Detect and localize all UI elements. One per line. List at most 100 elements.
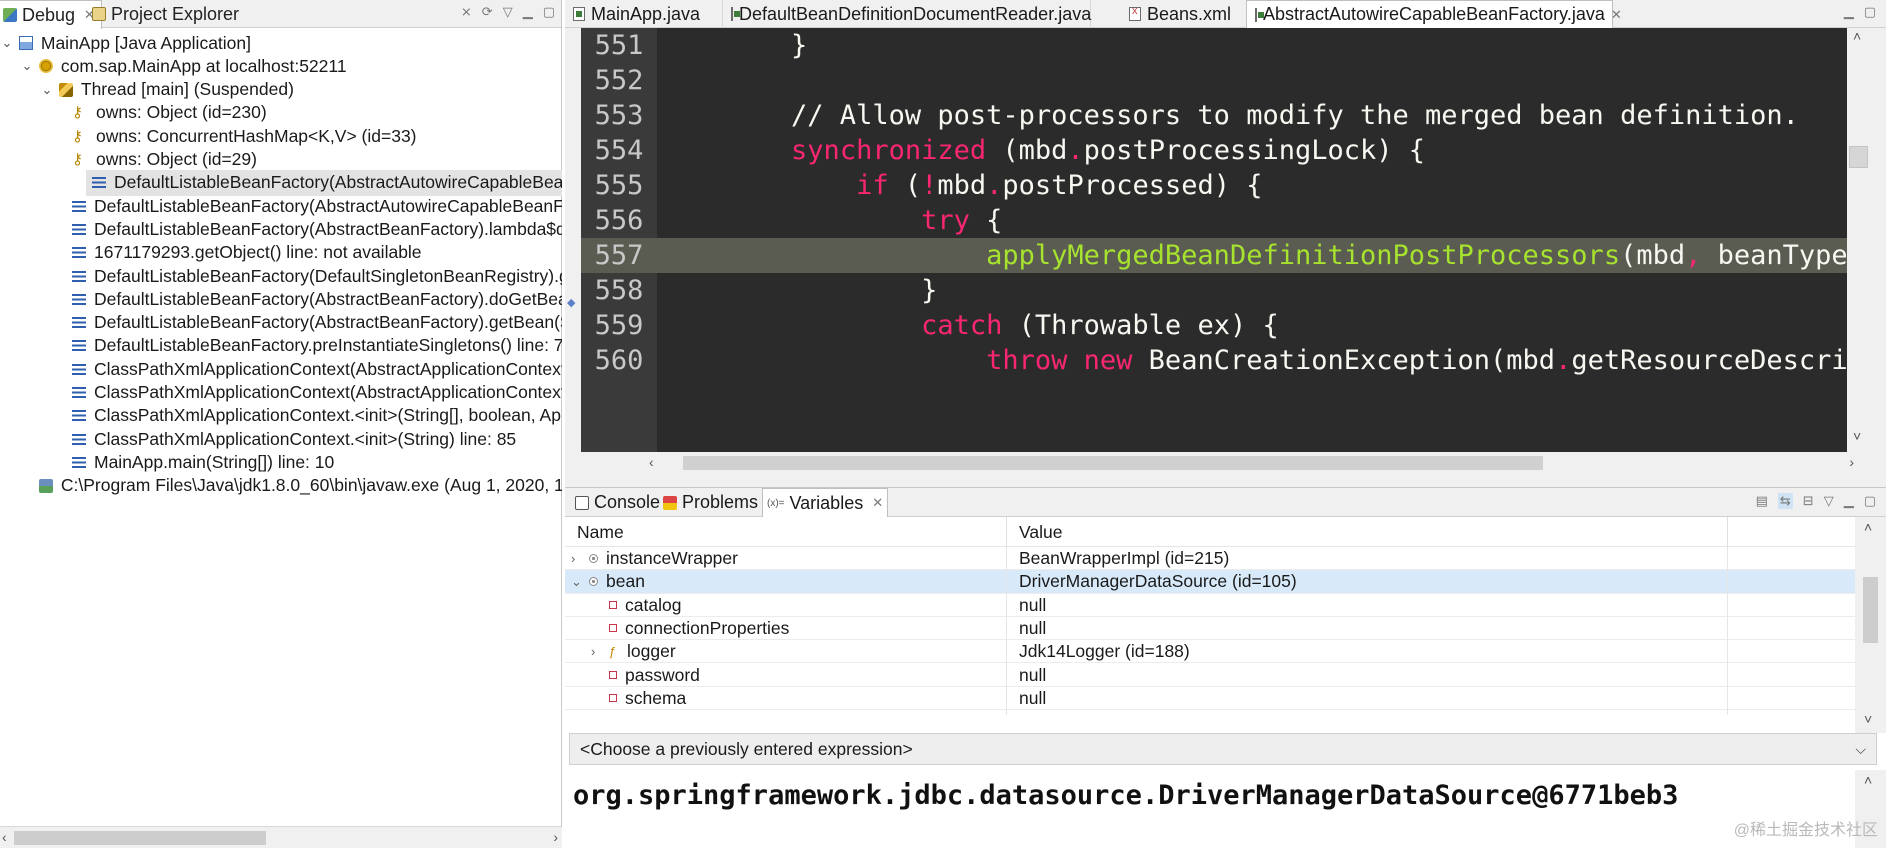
debug-tree-item[interactable]: C:\Program Files\Java\jdk1.8.0_60\bin\ja… [0, 473, 562, 499]
chevron-down-icon[interactable]: ⌄ [571, 570, 589, 593]
maximize-icon[interactable]: ▢ [1864, 4, 1876, 20]
debug-tree-item[interactable]: ClassPathXmlApplicationContext(AbstractA… [0, 380, 562, 406]
relaunch-icon[interactable]: ⟳ [482, 4, 493, 20]
code-line[interactable]: 553 // Allow post-processors to modify t… [581, 98, 1847, 133]
remove-terminated-icon[interactable]: ⨯ [461, 4, 472, 20]
debug-tree-item[interactable]: ClassPathXmlApplicationContext.<init>(St… [0, 403, 562, 429]
view-menu-icon[interactable]: ▽ [1824, 493, 1834, 509]
debug-tree-item[interactable]: ⌄ MainApp [Java Application] [0, 30, 251, 56]
code-token: . [986, 170, 1003, 201]
chevron-down-icon[interactable]: ⌵ [1855, 734, 1866, 764]
collapse-all-icon[interactable]: ⊟ [1803, 493, 1814, 509]
scroll-up-icon[interactable]: ˄ [1853, 28, 1861, 44]
debug-tree-item[interactable]: DefaultListableBeanFactory(AbstractAutow… [0, 193, 562, 219]
scroll-right-icon[interactable]: › [1849, 454, 1854, 470]
chevron-right-icon[interactable]: › [571, 547, 589, 570]
debug-tree-item[interactable]: 1671179293.getObject() line: not availab… [0, 240, 422, 266]
selected-stack-frame[interactable]: DefaultListableBeanFactory(AbstractAutow… [86, 169, 562, 196]
variable-row[interactable]: › ƒ logger Jdk14Logger (id=188) [565, 640, 1855, 669]
code-editor[interactable]: 551 } 552 553 // Allow post-processors to … [581, 28, 1870, 452]
tab-defaultbeandefinitiondocumentreader-java[interactable]: DefaultBeanDefinitionDocumentReader.java [723, 0, 1091, 28]
code-token: (Throwable ex) { [1002, 310, 1279, 341]
column-divider[interactable] [1006, 517, 1007, 547]
scroll-up-icon[interactable]: ˄ [1864, 772, 1872, 788]
scroll-up-icon[interactable]: ˄ [1864, 519, 1872, 535]
view-menu-icon[interactable]: ▽ [503, 4, 513, 20]
tab-mainapp-java[interactable]: MainApp.java [565, 0, 723, 28]
tab-variables[interactable]: (x)= Variables ✕ [762, 488, 889, 517]
minimize-icon[interactable]: ▁ [1844, 493, 1854, 509]
tab-abstractautowirecapablebeanfactory-java[interactable]: AbstractAutowireCapableBeanFactory.java … [1246, 0, 1622, 28]
code-line[interactable]: 554 synchronized (mbd.postProcessingLock… [581, 133, 1847, 168]
variable-row[interactable]: connectionProperties null [565, 616, 1855, 645]
variable-name: schema [625, 687, 687, 708]
code-line[interactable]: 560 throw new BeanCreationException(mbd.… [581, 343, 1847, 378]
column-header-value[interactable]: Value [1013, 517, 1062, 547]
chevron-down-icon[interactable]: ⌄ [40, 82, 54, 98]
variable-detail-pane[interactable]: org.springframework.jdbc.datasource.Driv… [565, 770, 1886, 848]
minimize-icon[interactable]: ▁ [1844, 4, 1854, 20]
code-line[interactable]: 559 catch (Throwable ex) { [581, 308, 1847, 343]
scroll-left-icon[interactable]: ‹ [2, 829, 7, 845]
close-icon[interactable]: ✕ [1611, 7, 1622, 23]
variables-vertical-scrollbar[interactable]: ˄ ˅ [1855, 517, 1886, 733]
minimize-icon[interactable]: ▁ [523, 4, 533, 20]
maximize-icon[interactable]: ▢ [1864, 493, 1876, 509]
variable-row[interactable]: › instanceWrapper BeanWrapperImpl (id=215) [565, 547, 1855, 575]
chevron-down-icon[interactable]: ⌄ [20, 58, 34, 74]
scroll-down-icon[interactable]: ˅ [1853, 428, 1861, 444]
scroll-left-icon[interactable]: ‹ [649, 454, 654, 470]
debug-tree-item[interactable]: DefaultListableBeanFactory.preInstantiat… [0, 333, 562, 359]
debug-tree-item[interactable]: ⚷ owns: Object (id=29) [0, 147, 257, 173]
expression-combo[interactable]: <Choose a previously entered expression>… [569, 733, 1877, 765]
variable-row[interactable]: ⌄ bean DriverManagerDataSource (id=105) [565, 570, 1855, 599]
chevron-right-icon[interactable]: › [591, 640, 609, 663]
tab-console[interactable]: Console [571, 488, 664, 517]
debug-tree-item[interactable]: DefaultListableBeanFactory(AbstractBeanF… [0, 310, 562, 336]
current-code-line[interactable]: 557 applyMergedBeanDefinitionPostProcess… [581, 238, 1847, 273]
debug-tree-item[interactable]: DefaultListableBeanFactory(AbstractBeanF… [0, 286, 562, 312]
scroll-thumb[interactable] [14, 831, 266, 845]
code-line[interactable]: 555 if (!mbd.postProcessed) { [581, 168, 1847, 203]
debug-tree-item[interactable]: MainApp.main(String[]) line: 10 [0, 449, 334, 475]
debug-tree-item[interactable]: ⌄ Thread [main] (Suspended) [0, 77, 294, 103]
chevron-down-icon[interactable]: ⌄ [0, 35, 14, 51]
variable-row[interactable]: schema null [565, 686, 1855, 715]
scroll-thumb[interactable] [1863, 577, 1878, 643]
variable-row[interactable]: password null [565, 663, 1855, 692]
column-divider[interactable] [1727, 517, 1728, 547]
variable-name: catalog [625, 594, 682, 615]
column-header-name[interactable]: Name [571, 517, 624, 547]
maximize-icon[interactable]: ▢ [543, 4, 555, 20]
editor-vertical-scrollbar[interactable]: ˄ ˅ [1847, 28, 1870, 452]
debug-tree-item[interactable]: DefaultListableBeanFactory(DefaultSingle… [0, 263, 562, 289]
code-line[interactable]: 558 } [581, 273, 1847, 308]
editor-horizontal-scrollbar[interactable]: ‹ › [581, 452, 1870, 474]
scroll-thumb[interactable] [1849, 146, 1868, 168]
debug-tree-item-label: MainApp [Java Application] [40, 32, 252, 53]
scroll-down-icon[interactable]: ˅ [1864, 711, 1872, 727]
debug-tree-item[interactable]: ClassPathXmlApplicationContext(AbstractA… [0, 356, 562, 382]
code-line[interactable]: 551 } [581, 28, 1847, 63]
variable-row[interactable]: catalog null [565, 593, 1855, 622]
debug-horizontal-scrollbar[interactable]: ‹ › [0, 826, 562, 848]
close-icon[interactable]: ✕ [872, 495, 883, 511]
tab-beans-xml[interactable]: Beans.xml [1121, 0, 1249, 28]
debug-tree-item[interactable]: ClassPathXmlApplicationContext.<init>(St… [0, 426, 516, 452]
variables-icon: (x)= [767, 497, 785, 509]
debug-view-toolbar: ⨯ ⟳ ▽ ▁ ▢ [461, 4, 555, 20]
code-line[interactable]: 556 try { [581, 203, 1847, 238]
debug-tree-item[interactable]: ⚷ owns: Object (id=230) [0, 100, 267, 126]
show-type-names-icon[interactable]: ▤ [1756, 493, 1768, 509]
debug-tree-item[interactable]: DefaultListableBeanFactory(AbstractBeanF… [0, 216, 562, 242]
code-token: try [921, 205, 970, 236]
debug-tree-item[interactable]: ⚷ owns: ConcurrentHashMap<K,V> (id=33) [0, 123, 417, 149]
tab-problems[interactable]: Problems [659, 488, 762, 517]
debug-tree-item[interactable]: ⌄ com.sap.MainApp at localhost:52211 [0, 53, 347, 79]
variables-table: › instanceWrapper BeanWrapperImpl (id=215)… [565, 547, 1855, 733]
code-line[interactable]: 552 [581, 63, 1847, 98]
scroll-right-icon[interactable]: › [553, 829, 558, 845]
tab-project-explorer[interactable]: Project Explorer [86, 0, 245, 28]
scroll-thumb[interactable] [683, 456, 1543, 470]
show-logical-structure-icon[interactable]: ⇆ [1777, 493, 1793, 509]
